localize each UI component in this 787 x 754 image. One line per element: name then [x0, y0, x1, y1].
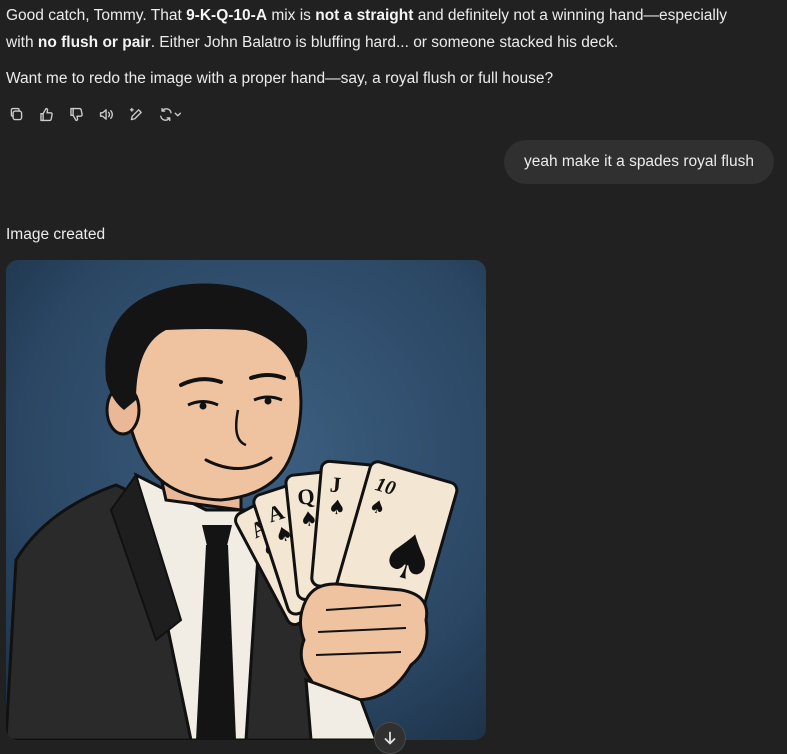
user-message-text: yeah make it a spades royal flush [523, 153, 754, 170]
assistant-text-line: Good catch, Tommy. That 9-K-Q-10-A mix i… [6, 4, 727, 28]
poker-player-illustration: A ♠ A ♠ Q ♠ J ♠ 10 ♠ ♠ [6, 260, 486, 740]
text-segment: and definitely not a winning hand—especi… [413, 7, 728, 24]
read-aloud-button[interactable] [96, 104, 116, 124]
copy-button[interactable] [6, 104, 26, 124]
thumbs-down-icon [69, 107, 83, 121]
arrow-down-icon [384, 731, 396, 745]
text-segment: with [6, 34, 38, 51]
card-rank: J [329, 472, 342, 498]
message-actions [6, 104, 186, 124]
text-segment: . Either John Balatro is bluffing hard..… [150, 34, 619, 51]
bad-response-button[interactable] [66, 104, 86, 124]
read-aloud-icon [99, 108, 113, 120]
copy-icon [10, 107, 22, 120]
good-response-button[interactable] [36, 104, 56, 124]
assistant-text-line: Want me to redo the image with a proper … [6, 67, 553, 91]
generated-image[interactable]: A ♠ A ♠ Q ♠ J ♠ 10 ♠ ♠ [6, 260, 486, 740]
bold-text: not a straight [315, 7, 414, 24]
text-segment: Want me to redo the image with a proper … [6, 70, 554, 87]
scroll-to-bottom-button[interactable] [374, 722, 406, 754]
thumbs-up-icon [39, 107, 53, 121]
regenerate-button[interactable] [156, 104, 186, 124]
text-segment: Good catch, Tommy. That [6, 7, 187, 24]
assistant-text-line: with no flush or pair. Either John Balat… [6, 31, 618, 55]
edit-in-canvas-button[interactable] [126, 104, 146, 124]
bold-text: 9-K-Q-10-A [186, 7, 268, 24]
user-message-bubble: yeah make it a spades royal flush [503, 140, 774, 184]
regenerate-icon [160, 107, 182, 121]
text-segment: mix is [267, 7, 316, 24]
edit-canvas-icon [129, 107, 142, 120]
image-created-label: Image created [6, 226, 106, 243]
bold-text: no flush or pair [37, 34, 151, 51]
svg-text:♠: ♠ [327, 494, 347, 519]
